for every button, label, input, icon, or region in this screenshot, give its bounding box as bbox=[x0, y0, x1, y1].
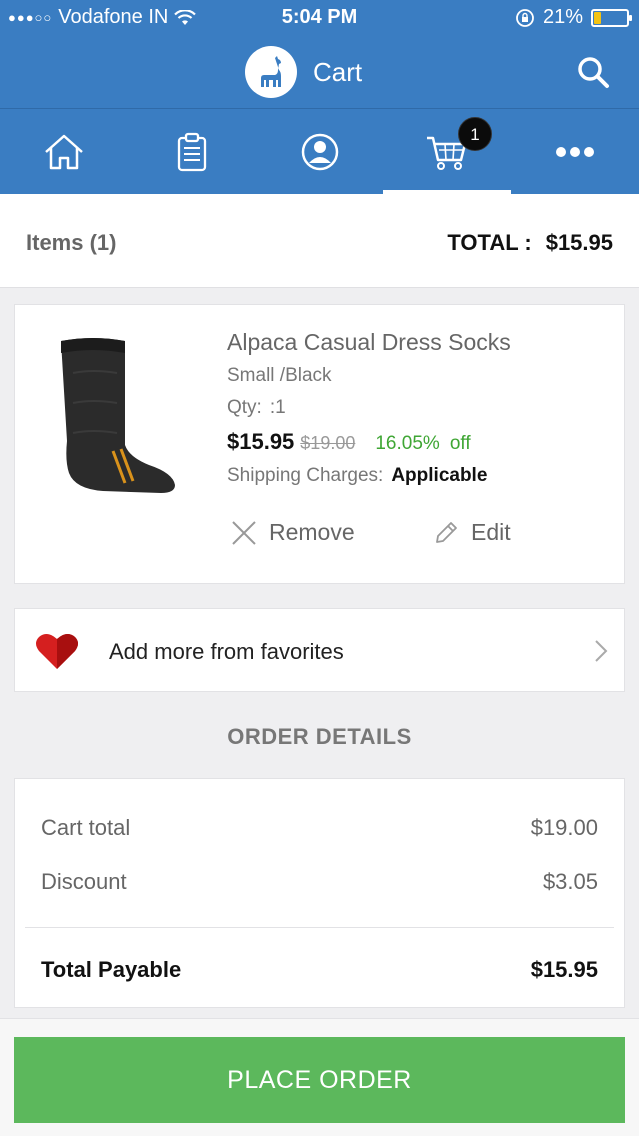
cart-total-row: Cart total $19.00 bbox=[41, 815, 598, 841]
total-payable-row: Total Payable $15.95 bbox=[41, 957, 598, 983]
remove-label: Remove bbox=[269, 519, 355, 545]
cart-count-badge: 1 bbox=[458, 117, 492, 151]
current-price: $15.95 bbox=[227, 429, 295, 454]
alpaca-icon bbox=[245, 46, 297, 98]
remove-button[interactable]: Remove bbox=[231, 519, 355, 546]
discount-percent: 16.05% bbox=[375, 433, 440, 454]
shipping-value: Applicable bbox=[391, 465, 488, 486]
home-icon bbox=[45, 134, 83, 170]
tab-bar: 1 bbox=[0, 108, 639, 195]
total-payable-label: Total Payable bbox=[41, 957, 182, 982]
more-icon bbox=[556, 147, 594, 157]
original-price: $19.00 bbox=[300, 433, 356, 453]
tab-more[interactable] bbox=[511, 109, 639, 195]
search-icon[interactable] bbox=[575, 54, 611, 90]
total-payable-value: $15.95 bbox=[530, 957, 598, 982]
shipping-info: Shipping Charges: Applicable bbox=[227, 465, 487, 487]
status-bar: ●●●○○ Vodafone IN 5:04 PM 21% bbox=[0, 0, 639, 34]
total-label: TOTAL : bbox=[447, 230, 532, 255]
items-count: Items (1) bbox=[26, 230, 117, 255]
discount-badge: 16.05% off bbox=[375, 433, 470, 455]
total-value: $15.95 bbox=[545, 230, 613, 255]
edit-label: Edit bbox=[471, 519, 511, 545]
rotation-lock-icon bbox=[516, 8, 534, 27]
product-image[interactable] bbox=[53, 333, 183, 493]
qty-label: Qty: bbox=[227, 397, 262, 418]
cart-item: Alpaca Casual Dress Socks Small /Black Q… bbox=[14, 304, 625, 584]
tab-home[interactable] bbox=[0, 109, 128, 195]
cart-total-label: Cart total bbox=[41, 815, 131, 840]
tab-orders[interactable] bbox=[128, 109, 256, 195]
chevron-right-icon bbox=[595, 640, 608, 662]
battery-icon bbox=[591, 8, 632, 27]
divider bbox=[25, 927, 614, 928]
battery-percent: 21% bbox=[542, 6, 583, 28]
product-name[interactable]: Alpaca Casual Dress Socks bbox=[227, 329, 511, 356]
discount-row: Discount $3.05 bbox=[41, 869, 598, 895]
place-order-button[interactable]: PLACE ORDER bbox=[14, 1037, 625, 1123]
user-icon bbox=[301, 133, 339, 171]
cart-total-value: $19.00 bbox=[530, 815, 598, 840]
favorites-label: Add more from favorites bbox=[109, 639, 344, 664]
clipboard-icon bbox=[177, 132, 207, 172]
product-quantity: Qty: :1 bbox=[227, 397, 286, 419]
order-details: Cart total $19.00 Discount $3.05 Total P… bbox=[14, 778, 625, 1008]
cart-summary: Items (1) TOTAL : $15.95 bbox=[0, 194, 639, 288]
discount-suffix: off bbox=[449, 433, 471, 454]
page-title: Cart bbox=[313, 56, 363, 87]
edit-button[interactable]: Edit bbox=[433, 519, 511, 546]
pencil-icon bbox=[436, 521, 457, 543]
discount-label: Discount bbox=[41, 869, 127, 894]
cart-total: TOTAL : $15.95 bbox=[447, 230, 613, 256]
add-from-favorites[interactable]: Add more from favorites bbox=[14, 608, 625, 692]
close-icon bbox=[232, 520, 256, 545]
discount-value: $3.05 bbox=[542, 869, 598, 894]
heart-icon bbox=[36, 633, 78, 669]
tab-cart[interactable]: 1 bbox=[383, 109, 511, 195]
price-row: $15.95 $19.00 16.05% off bbox=[227, 429, 471, 455]
order-details-heading: ORDER DETAILS bbox=[227, 724, 412, 749]
app-header: ●●●○○ Vodafone IN 5:04 PM 21% Cart bbox=[0, 0, 639, 108]
shipping-label: Shipping Charges: bbox=[227, 465, 384, 486]
qty-value: :1 bbox=[269, 397, 286, 418]
tab-account[interactable] bbox=[256, 109, 384, 195]
product-variant: Small /Black bbox=[227, 365, 332, 386]
